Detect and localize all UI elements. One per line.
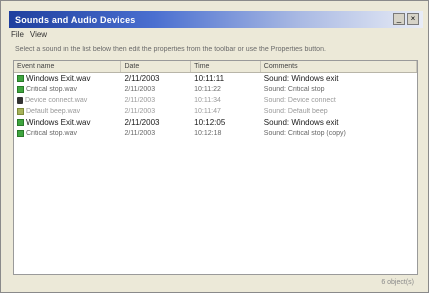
row-time: 10:11:11 <box>194 74 225 83</box>
row-date: 2/11/2003 <box>124 74 160 83</box>
green-square-icon <box>17 130 24 137</box>
list-header: Event name Date Time Comments <box>14 61 417 73</box>
row-comment: Sound: Device connect <box>263 97 336 104</box>
table-row[interactable]: Critical stop.wav 2/11/2003 10:11:22 Sound:… <box>14 84 417 95</box>
row-date: 2/11/2003 <box>124 97 156 104</box>
minimize-button[interactable]: _ <box>393 13 405 25</box>
row-name-cell: Default beep.wav <box>14 108 121 115</box>
row-name: Device connect.wav <box>25 97 88 104</box>
row-name: Default beep.wav <box>26 108 81 115</box>
row-time: 10:12:05 <box>194 118 226 127</box>
row-time: 10:11:47 <box>194 108 221 115</box>
row-name: Critical stop.wav <box>26 86 77 93</box>
column-header-date[interactable]: Date <box>121 61 192 72</box>
menu-file[interactable]: File <box>11 30 24 41</box>
row-comment: Sound: Critical stop <box>263 86 325 93</box>
list-rows: Windows Exit.wav 2/11/2003 10:11:11 Sound: … <box>14 73 417 139</box>
row-date: 2/11/2003 <box>124 86 156 93</box>
row-date: 2/11/2003 <box>124 130 156 137</box>
instruction-text: Select a sound in the list below then ed… <box>15 46 326 53</box>
row-name-cell: Windows Exit.wav <box>14 118 121 127</box>
title-bar[interactable]: Sounds and Audio Devices _ × <box>9 11 423 28</box>
menu-bar: File View <box>9 30 47 41</box>
speaker-icon <box>17 97 23 104</box>
row-name: Critical stop.wav <box>26 130 77 137</box>
row-name: Windows Exit.wav <box>26 74 91 83</box>
column-header-comments[interactable]: Comments <box>261 61 417 72</box>
title-controls: _ × <box>393 13 419 25</box>
table-row[interactable]: Device connect.wav 2/11/2003 10:11:34 Sound… <box>14 95 417 106</box>
row-comment: Sound: Default beep <box>263 108 328 115</box>
table-row[interactable]: Windows Exit.wav 2/11/2003 10:12:05 Sound: … <box>14 117 417 128</box>
row-name-cell: Critical stop.wav <box>14 130 121 137</box>
window-title: Sounds and Audio Devices <box>15 14 136 25</box>
green-square-icon <box>17 119 24 126</box>
row-comment: Sound: Windows exit <box>263 118 339 127</box>
table-row[interactable]: Windows Exit.wav 2/11/2003 10:11:11 Sound: … <box>14 73 417 84</box>
app-window: Sounds and Audio Devices _ × File View S… <box>0 0 429 293</box>
menu-view[interactable]: View <box>30 30 47 41</box>
row-time: 10:11:22 <box>194 86 221 93</box>
row-comment: Sound: Windows exit <box>263 74 339 83</box>
close-button[interactable]: × <box>407 13 419 25</box>
row-name-cell: Device connect.wav <box>14 97 121 104</box>
event-list[interactable]: Event name Date Time Comments Windows Ex… <box>13 60 418 275</box>
row-time: 10:12:18 <box>194 130 222 137</box>
olive-square-icon <box>17 108 24 115</box>
column-header-name[interactable]: Event name <box>14 61 122 72</box>
table-row[interactable]: Critical stop.wav 2/11/2003 10:12:18 Sound:… <box>14 128 417 139</box>
row-date: 2/11/2003 <box>124 108 156 115</box>
row-comment: Sound: Critical stop (copy) <box>263 130 346 137</box>
row-name: Windows Exit.wav <box>26 118 91 127</box>
row-time: 10:11:34 <box>194 97 221 104</box>
row-name-cell: Critical stop.wav <box>14 86 121 93</box>
table-row[interactable]: Default beep.wav 2/11/2003 10:11:47 Sound: … <box>14 106 417 117</box>
green-square-icon <box>17 75 24 82</box>
row-name-cell: Windows Exit.wav <box>14 74 121 83</box>
status-bar: 6 object(s) <box>381 279 414 286</box>
column-header-time[interactable]: Time <box>191 61 261 72</box>
green-square-icon <box>17 86 24 93</box>
row-date: 2/11/2003 <box>124 118 160 127</box>
